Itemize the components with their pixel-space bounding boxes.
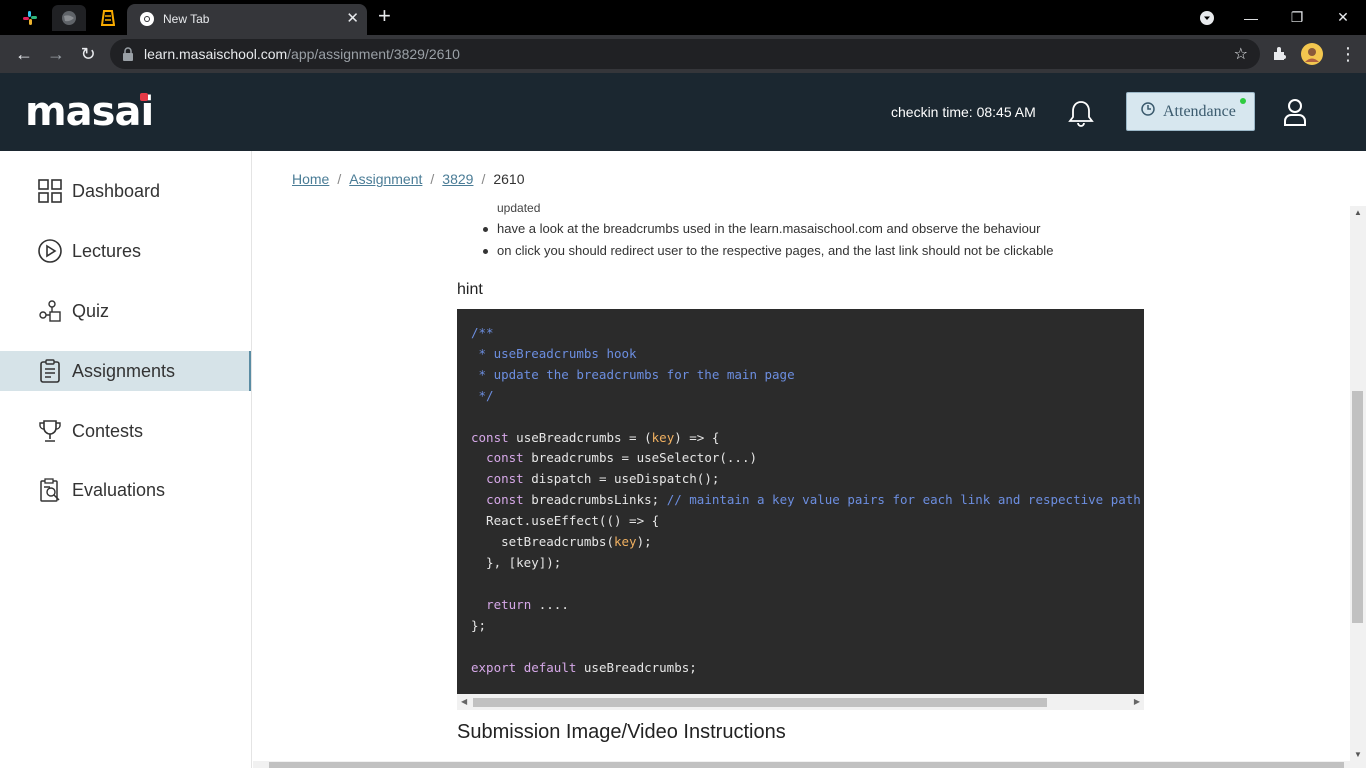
app-header: masai checkin time: 08:45 AM Attendance xyxy=(0,73,1366,151)
user-icon[interactable] xyxy=(1283,98,1307,131)
lock-icon xyxy=(122,47,134,66)
checkin-time: checkin time: 08:45 AM xyxy=(891,104,1036,120)
reload-icon[interactable]: ↻ xyxy=(74,41,102,67)
minimize-icon[interactable]: — xyxy=(1228,0,1274,35)
sidebar-item-dashboard[interactable]: Dashboard xyxy=(0,171,251,211)
breadcrumb-link-3829[interactable]: 3829 xyxy=(442,171,473,187)
clipboard-icon xyxy=(38,359,62,383)
bell-icon[interactable] xyxy=(1068,99,1094,132)
sidebar-item-label: Quiz xyxy=(72,300,110,321)
breadcrumb: Home / Assignment/3829/2610 xyxy=(292,171,525,187)
close-tab-icon[interactable]: ✕ xyxy=(346,9,359,27)
evaluation-icon xyxy=(38,478,62,502)
extensions-icon[interactable] xyxy=(1266,41,1294,67)
url-text: learn.masaischool.com/app/assignment/382… xyxy=(144,46,460,62)
sidebar-item-label: Contests xyxy=(72,420,144,441)
online-indicator xyxy=(1240,98,1246,104)
sidebar-item-label: Assignments xyxy=(72,360,176,381)
list-item: on click you should redirect user to the… xyxy=(481,243,1053,265)
sidebar-item-lectures[interactable]: Lectures xyxy=(0,231,251,271)
profile-avatar[interactable] xyxy=(1298,41,1326,67)
chevron-down-icon[interactable] xyxy=(1184,0,1230,35)
code-text: /** * useBreadcrumbs hook * update the b… xyxy=(471,325,1141,675)
menu-dots-icon[interactable]: ⋮ xyxy=(1334,41,1362,67)
breadcrumb-link-assignment[interactable]: Assignment xyxy=(349,171,422,187)
submission-heading: Submission Image/Video Instructions xyxy=(457,721,786,743)
code-horizontal-scrollbar[interactable]: ◀ ▶ xyxy=(457,694,1144,710)
trophy-icon xyxy=(38,419,62,443)
close-window-icon[interactable]: ✕ xyxy=(1320,0,1366,35)
sidebar-item-contests[interactable]: Contests xyxy=(0,411,251,451)
dashboard-icon xyxy=(38,179,62,203)
breadcrumb-link-home[interactable]: Home xyxy=(292,171,329,187)
sidebar-item-evaluations[interactable]: Evaluations xyxy=(0,470,251,510)
attendance-button[interactable]: Attendance xyxy=(1126,92,1255,131)
sidebar-item-label: Lectures xyxy=(72,240,142,261)
tab-title: New Tab xyxy=(163,12,210,26)
list-item: have a look at the breadcrumbs used in t… xyxy=(481,221,1053,243)
sidebar-item-quiz[interactable]: Quiz xyxy=(0,291,251,331)
code-block: /** * useBreadcrumbs hook * update the b… xyxy=(457,309,1144,694)
partial-text: updated xyxy=(497,201,541,215)
browser-address-bar: ← → ↻ learn.masaischool.com/app/assignme… xyxy=(0,35,1366,73)
forward-icon[interactable]: → xyxy=(42,41,70,67)
restore-icon[interactable]: ❐ xyxy=(1274,0,1320,35)
browser-tab-bar: New Tab ✕ + — ❐ ✕ xyxy=(0,0,1366,35)
globe-tab-icon[interactable] xyxy=(52,5,86,31)
hint-heading: hint xyxy=(457,281,483,298)
tab-new-tab[interactable]: New Tab ✕ xyxy=(127,4,367,35)
attendance-label: Attendance xyxy=(1163,102,1236,120)
chrome-icon xyxy=(139,11,155,32)
instruction-list: have a look at the breadcrumbs used in t… xyxy=(481,221,1053,265)
sidebar-item-assignments[interactable]: Assignments xyxy=(0,351,251,391)
breadcrumb-current: 2610 xyxy=(493,171,525,187)
clock-icon xyxy=(1141,102,1155,121)
sidebar: Dashboard Lectures Quiz Assignments Cont… xyxy=(0,151,252,768)
page-vertical-scrollbar[interactable]: ▲ ▼ xyxy=(1350,206,1366,761)
slack-tab-icon[interactable] xyxy=(13,5,47,31)
quiz-icon xyxy=(38,299,62,323)
page-horizontal-scrollbar[interactable] xyxy=(253,761,1366,768)
back-icon[interactable]: ← xyxy=(10,41,38,67)
sidebar-item-label: Evaluations xyxy=(72,479,166,500)
url-input[interactable]: learn.masaischool.com/app/assignment/382… xyxy=(110,39,1260,69)
main-content: Home / Assignment/3829/2610 updated have a… xyxy=(253,151,1350,761)
play-icon xyxy=(38,239,62,263)
new-tab-button[interactable]: + xyxy=(378,4,391,28)
masai-logo[interactable]: masai xyxy=(25,89,154,135)
bookmark-star-icon[interactable]: ☆ xyxy=(1234,44,1248,64)
document-tab-icon[interactable] xyxy=(91,5,125,31)
sidebar-item-label: Dashboard xyxy=(72,180,161,201)
